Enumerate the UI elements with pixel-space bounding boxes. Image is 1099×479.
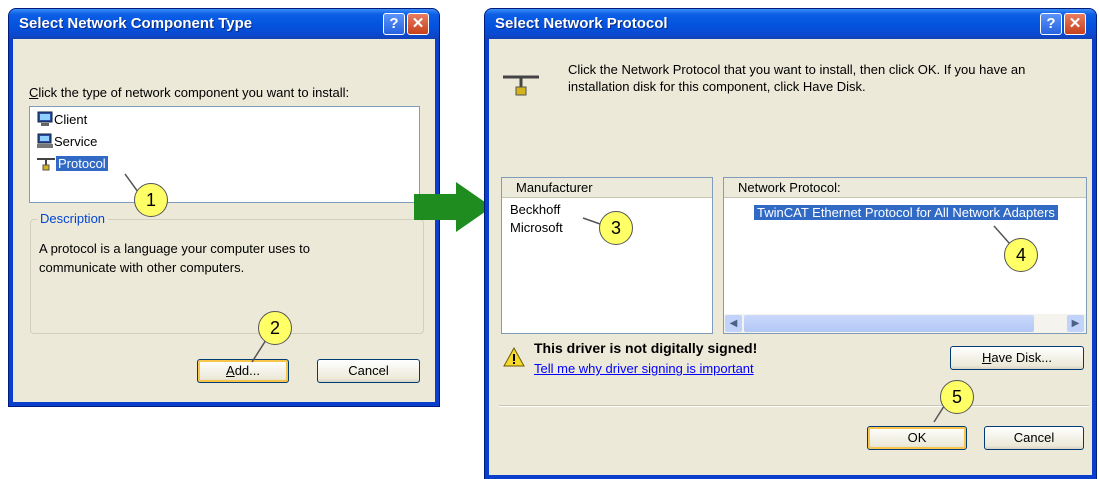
callout-pointers [124,173,1011,423]
callout-3: 3 [599,211,633,245]
callout-4: 4 [1004,238,1038,272]
callout-2: 2 [258,311,292,345]
callout-5: 5 [940,380,974,414]
callout-1: 1 [134,183,168,217]
